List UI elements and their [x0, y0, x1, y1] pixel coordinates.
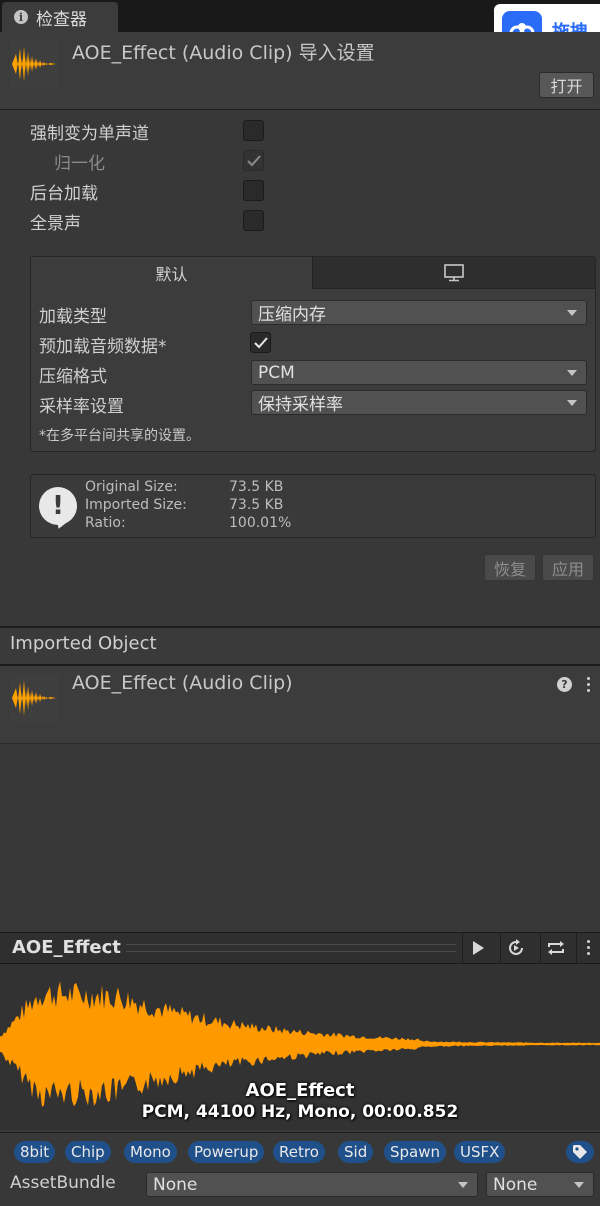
load-in-background-label: 后台加载: [30, 184, 98, 204]
label-chip[interactable]: USFX: [454, 1141, 506, 1163]
preload-label: 预加载音频数据*: [39, 337, 167, 357]
dropdown-arrow-icon: [574, 1182, 584, 1188]
checkmark-icon: [254, 337, 268, 349]
assetbundle-variant-value: None: [493, 1174, 538, 1195]
size-info-box: ! Original Size: 73.5 KB Imported Size: …: [30, 474, 596, 538]
revert-button[interactable]: 恢复: [484, 554, 536, 581]
sample-rate-value: 保持采样率: [258, 395, 343, 415]
loop-icon: [547, 941, 564, 955]
asset-labels-bar: 8bit Chip Mono Powerup Retro Sid Spawn U…: [0, 1132, 600, 1168]
normalize-checkbox: [243, 150, 264, 171]
more-options-icon: [586, 940, 591, 956]
assetbundle-row: AssetBundle None None: [0, 1168, 600, 1206]
waveform-clip-info: PCM, 44100 Hz, Mono, 00:00.852: [141, 1102, 459, 1122]
help-icon[interactable]: ?: [557, 677, 572, 692]
load-type-value: 压缩内存: [258, 305, 326, 325]
dropdown-arrow-icon: [567, 370, 577, 376]
label-chip[interactable]: Powerup: [188, 1141, 265, 1163]
label-chip[interactable]: Mono: [124, 1141, 177, 1163]
original-size-value: 73.5 KB: [229, 479, 284, 495]
shared-settings-note: *在多平台间共享的设置。: [39, 428, 200, 444]
auto-play-icon: [508, 939, 523, 955]
assetbundle-name-value: None: [153, 1174, 198, 1195]
tab-standalone[interactable]: [313, 257, 595, 289]
waveform-preview: AOE_Effect PCM, 44100 Hz, Mono, 00:00.85…: [0, 964, 600, 1130]
preview-toolbar: AOE_Effect: [0, 932, 600, 964]
preload-checkbox[interactable]: [250, 332, 271, 353]
dropdown-arrow-icon: [458, 1182, 468, 1188]
audio-clip-icon: [10, 674, 58, 722]
info-bubble-icon: !: [39, 487, 77, 525]
import-settings-header: AOE_Effect (Audio Clip) 导入设置 打开: [0, 32, 600, 110]
compression-format-value: PCM: [258, 362, 295, 383]
loop-button[interactable]: [540, 933, 570, 963]
imported-object-title: AOE_Effect (Audio Clip): [72, 672, 293, 694]
original-size-label: Original Size:: [85, 479, 178, 495]
compression-format-dropdown[interactable]: PCM: [251, 360, 587, 385]
audio-clip-icon: [10, 40, 58, 88]
tab-default-label: 默认: [155, 265, 188, 284]
tab-default[interactable]: 默认: [31, 257, 313, 289]
label-chip[interactable]: Sid: [338, 1141, 374, 1163]
play-button[interactable]: [462, 933, 492, 963]
open-button[interactable]: 打开: [539, 72, 594, 98]
apply-button[interactable]: 应用: [542, 554, 594, 581]
label-chip[interactable]: Retro: [273, 1141, 325, 1163]
ratio-value: 100.01%: [229, 515, 292, 531]
label-chip[interactable]: 8bit: [14, 1141, 56, 1163]
monitor-icon: [444, 263, 464, 281]
compression-format-label: 压缩格式: [39, 367, 107, 387]
tag-icon[interactable]: [566, 1141, 594, 1163]
sample-rate-dropdown[interactable]: 保持采样率: [251, 390, 587, 415]
imported-object-row: AOE_Effect (Audio Clip) ?: [0, 666, 600, 744]
dropdown-arrow-icon: [567, 310, 577, 316]
ambisonic-label: 全景声: [30, 214, 81, 234]
sample-rate-label: 采样率设置: [39, 397, 124, 417]
platform-settings-panel: 默认 加载类型 压缩内存 预加载音频数据* 压缩格式 PCM 采样率设置 保持采…: [30, 256, 596, 452]
load-in-background-checkbox[interactable]: [243, 180, 264, 201]
play-icon: [472, 941, 484, 955]
ambisonic-checkbox[interactable]: [243, 210, 264, 231]
more-options-icon[interactable]: [587, 677, 591, 693]
force-mono-checkbox[interactable]: [243, 120, 264, 141]
dropdown-arrow-icon: [567, 400, 577, 406]
label-chip[interactable]: Chip: [65, 1141, 111, 1163]
tab-inspector-label: 检查器: [36, 9, 87, 30]
tab-inspector[interactable]: i 检查器: [2, 2, 118, 32]
auto-play-button[interactable]: [500, 933, 530, 963]
preview-title: AOE_Effect: [12, 937, 121, 958]
imported-object-header: Imported Object: [0, 628, 600, 664]
assetbundle-label: AssetBundle: [10, 1173, 116, 1193]
force-mono-label: 强制变为单声道: [30, 124, 149, 144]
label-chip[interactable]: Spawn: [384, 1141, 447, 1163]
info-icon: i: [14, 10, 28, 24]
assetbundle-variant-dropdown[interactable]: None: [486, 1172, 594, 1197]
normalize-label: 归一化: [54, 154, 105, 174]
preview-menu-button[interactable]: [576, 933, 600, 963]
checkmark-icon: [247, 155, 261, 167]
waveform-clip-name: AOE_Effect: [245, 1080, 355, 1101]
toolbar-drag-handle[interactable]: [126, 944, 456, 952]
import-settings-title: AOE_Effect (Audio Clip) 导入设置: [72, 42, 375, 64]
imported-size-label: Imported Size:: [85, 497, 187, 513]
imported-size-value: 73.5 KB: [229, 497, 284, 513]
load-type-dropdown[interactable]: 压缩内存: [251, 300, 587, 325]
ratio-label: Ratio:: [85, 515, 126, 531]
imported-object-heading: Imported Object: [10, 633, 157, 654]
load-type-label: 加载类型: [39, 307, 107, 327]
assetbundle-name-dropdown[interactable]: None: [146, 1172, 478, 1197]
